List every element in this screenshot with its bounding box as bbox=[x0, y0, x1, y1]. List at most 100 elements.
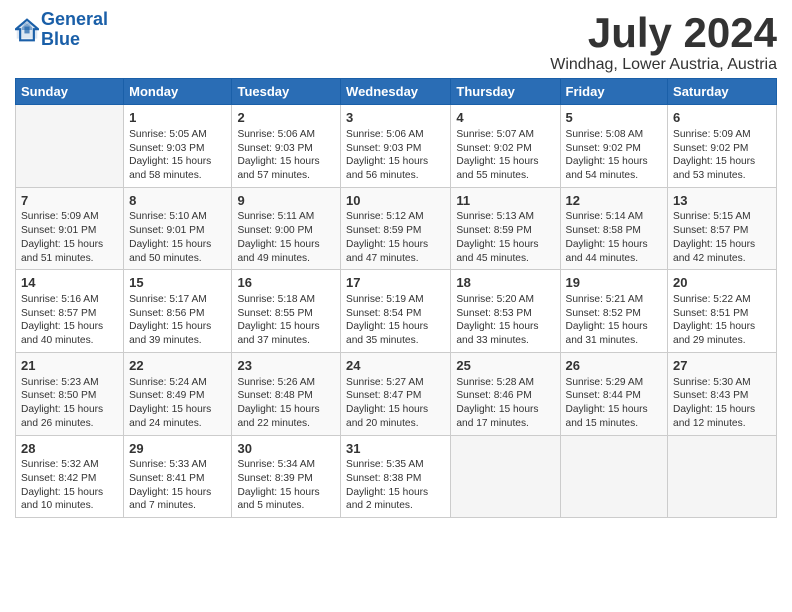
calendar-cell: 15Sunrise: 5:17 AMSunset: 8:56 PMDayligh… bbox=[124, 270, 232, 353]
day-info-line: and 40 minutes. bbox=[21, 334, 118, 348]
day-info-line: Sunrise: 5:09 AM bbox=[673, 128, 771, 142]
day-info-line: and 22 minutes. bbox=[237, 417, 335, 431]
day-number: 27 bbox=[673, 357, 771, 375]
day-number: 2 bbox=[237, 109, 335, 127]
day-number: 29 bbox=[129, 440, 226, 458]
day-info-line: Sunset: 8:58 PM bbox=[566, 224, 663, 238]
day-info-line: and 17 minutes. bbox=[456, 417, 554, 431]
calendar-cell: 25Sunrise: 5:28 AMSunset: 8:46 PMDayligh… bbox=[451, 353, 560, 436]
day-info-line: and 49 minutes. bbox=[237, 252, 335, 266]
day-info-line: Sunset: 9:02 PM bbox=[566, 142, 663, 156]
day-info-line: Sunrise: 5:22 AM bbox=[673, 293, 771, 307]
day-info-line: Sunset: 8:54 PM bbox=[346, 307, 445, 321]
calendar-week-row-1: 1Sunrise: 5:05 AMSunset: 9:03 PMDaylight… bbox=[16, 105, 777, 188]
title-block: July 2024 Windhag, Lower Austria, Austri… bbox=[550, 10, 777, 74]
calendar-cell: 27Sunrise: 5:30 AMSunset: 8:43 PMDayligh… bbox=[668, 353, 777, 436]
day-info-line: Sunset: 8:55 PM bbox=[237, 307, 335, 321]
day-number: 5 bbox=[566, 109, 663, 127]
day-info-line: and 56 minutes. bbox=[346, 169, 445, 183]
calendar-cell: 28Sunrise: 5:32 AMSunset: 8:42 PMDayligh… bbox=[16, 435, 124, 518]
location-title: Windhag, Lower Austria, Austria bbox=[550, 56, 777, 74]
day-info-line: Sunrise: 5:19 AM bbox=[346, 293, 445, 307]
day-number: 31 bbox=[346, 440, 445, 458]
day-info-line: Sunset: 8:48 PM bbox=[237, 389, 335, 403]
day-number: 8 bbox=[129, 192, 226, 210]
calendar-cell: 30Sunrise: 5:34 AMSunset: 8:39 PMDayligh… bbox=[232, 435, 341, 518]
col-tuesday: Tuesday bbox=[232, 79, 341, 105]
calendar-week-row-5: 28Sunrise: 5:32 AMSunset: 8:42 PMDayligh… bbox=[16, 435, 777, 518]
day-info-line: Sunrise: 5:13 AM bbox=[456, 210, 554, 224]
day-info-line: and 35 minutes. bbox=[346, 334, 445, 348]
day-info-line: Sunrise: 5:29 AM bbox=[566, 376, 663, 390]
day-info-line: Daylight: 15 hours bbox=[129, 320, 226, 334]
day-info-line: Daylight: 15 hours bbox=[21, 403, 118, 417]
day-number: 25 bbox=[456, 357, 554, 375]
day-info-line: Daylight: 15 hours bbox=[21, 486, 118, 500]
day-info-line: Daylight: 15 hours bbox=[566, 155, 663, 169]
day-info-line: Sunset: 9:00 PM bbox=[237, 224, 335, 238]
day-info-line: and 42 minutes. bbox=[673, 252, 771, 266]
calendar-cell: 24Sunrise: 5:27 AMSunset: 8:47 PMDayligh… bbox=[341, 353, 451, 436]
page-container: General Blue July 2024 Windhag, Lower Au… bbox=[0, 0, 792, 523]
day-info-line: Sunrise: 5:11 AM bbox=[237, 210, 335, 224]
day-info-line: and 24 minutes. bbox=[129, 417, 226, 431]
day-info-line: Daylight: 15 hours bbox=[237, 403, 335, 417]
day-info-line: and 50 minutes. bbox=[129, 252, 226, 266]
day-info-line: and 51 minutes. bbox=[21, 252, 118, 266]
day-info-line: and 54 minutes. bbox=[566, 169, 663, 183]
day-info-line: Sunrise: 5:09 AM bbox=[21, 210, 118, 224]
header: General Blue July 2024 Windhag, Lower Au… bbox=[15, 10, 777, 74]
day-info-line: Daylight: 15 hours bbox=[456, 238, 554, 252]
day-number: 24 bbox=[346, 357, 445, 375]
day-info-line: Sunrise: 5:06 AM bbox=[346, 128, 445, 142]
calendar-cell: 14Sunrise: 5:16 AMSunset: 8:57 PMDayligh… bbox=[16, 270, 124, 353]
day-info-line: Sunrise: 5:26 AM bbox=[237, 376, 335, 390]
day-number: 11 bbox=[456, 192, 554, 210]
day-info-line: Daylight: 15 hours bbox=[237, 155, 335, 169]
calendar-cell: 10Sunrise: 5:12 AMSunset: 8:59 PMDayligh… bbox=[341, 187, 451, 270]
day-info-line: Sunset: 8:50 PM bbox=[21, 389, 118, 403]
calendar-cell: 26Sunrise: 5:29 AMSunset: 8:44 PMDayligh… bbox=[560, 353, 668, 436]
day-number: 12 bbox=[566, 192, 663, 210]
calendar-table: Sunday Monday Tuesday Wednesday Thursday… bbox=[15, 78, 777, 518]
day-info-line: Daylight: 15 hours bbox=[129, 238, 226, 252]
day-info-line: Daylight: 15 hours bbox=[456, 403, 554, 417]
day-info-line: Daylight: 15 hours bbox=[566, 403, 663, 417]
day-number: 7 bbox=[21, 192, 118, 210]
day-number: 22 bbox=[129, 357, 226, 375]
day-info-line: Sunrise: 5:23 AM bbox=[21, 376, 118, 390]
day-info-line: Sunset: 8:42 PM bbox=[21, 472, 118, 486]
day-info-line: and 31 minutes. bbox=[566, 334, 663, 348]
day-info-line: Sunrise: 5:21 AM bbox=[566, 293, 663, 307]
day-info-line: Sunset: 8:57 PM bbox=[21, 307, 118, 321]
day-info-line: Sunrise: 5:24 AM bbox=[129, 376, 226, 390]
day-info-line: Daylight: 15 hours bbox=[237, 320, 335, 334]
day-info-line: and 2 minutes. bbox=[346, 499, 445, 513]
col-thursday: Thursday bbox=[451, 79, 560, 105]
day-info-line: Daylight: 15 hours bbox=[129, 486, 226, 500]
day-info-line: Sunset: 9:01 PM bbox=[129, 224, 226, 238]
day-info-line: Daylight: 15 hours bbox=[456, 320, 554, 334]
col-saturday: Saturday bbox=[668, 79, 777, 105]
day-info-line: Sunrise: 5:14 AM bbox=[566, 210, 663, 224]
day-info-line: and 7 minutes. bbox=[129, 499, 226, 513]
day-info-line: Sunrise: 5:05 AM bbox=[129, 128, 226, 142]
day-info-line: Sunrise: 5:12 AM bbox=[346, 210, 445, 224]
day-info-line: Sunset: 8:44 PM bbox=[566, 389, 663, 403]
day-info-line: Daylight: 15 hours bbox=[21, 238, 118, 252]
day-info-line: Sunset: 8:49 PM bbox=[129, 389, 226, 403]
calendar-cell: 23Sunrise: 5:26 AMSunset: 8:48 PMDayligh… bbox=[232, 353, 341, 436]
calendar-cell: 8Sunrise: 5:10 AMSunset: 9:01 PMDaylight… bbox=[124, 187, 232, 270]
day-info-line: Sunset: 8:56 PM bbox=[129, 307, 226, 321]
day-number: 30 bbox=[237, 440, 335, 458]
day-info-line: Daylight: 15 hours bbox=[129, 155, 226, 169]
day-info-line: and 20 minutes. bbox=[346, 417, 445, 431]
day-number: 21 bbox=[21, 357, 118, 375]
day-info-line: Sunrise: 5:28 AM bbox=[456, 376, 554, 390]
day-info-line: Daylight: 15 hours bbox=[346, 486, 445, 500]
day-info-line: and 47 minutes. bbox=[346, 252, 445, 266]
day-info-line: Daylight: 15 hours bbox=[346, 320, 445, 334]
day-info-line: and 10 minutes. bbox=[21, 499, 118, 513]
day-info-line: Sunset: 8:53 PM bbox=[456, 307, 554, 321]
day-info-line: Sunset: 9:01 PM bbox=[21, 224, 118, 238]
